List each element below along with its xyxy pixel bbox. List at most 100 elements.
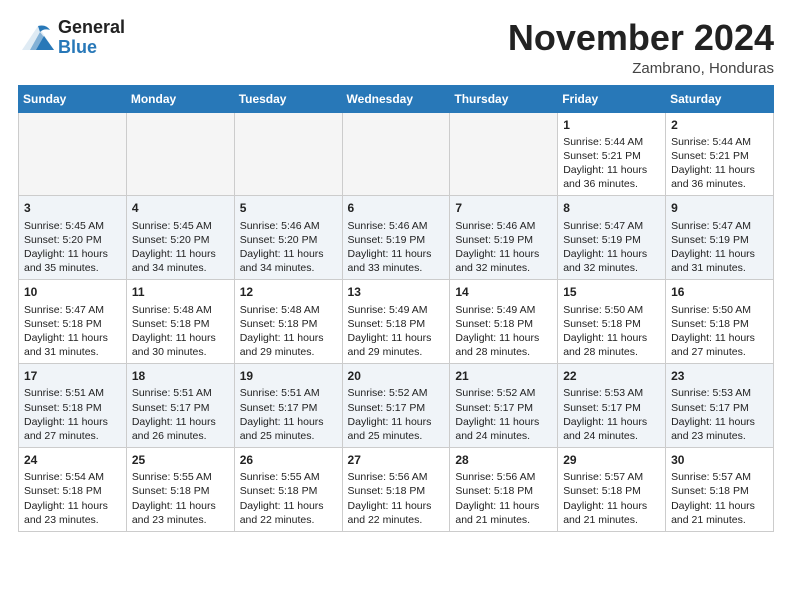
logo-icon xyxy=(18,22,56,54)
sunrise-text: Sunrise: 5:45 AM xyxy=(24,220,104,232)
day-number: 9 xyxy=(671,200,768,216)
calendar-cell: 6Sunrise: 5:46 AMSunset: 5:19 PMDaylight… xyxy=(342,196,450,280)
sunrise-text: Sunrise: 5:51 AM xyxy=(240,387,320,399)
day-number: 23 xyxy=(671,368,768,384)
sunset-text: Sunset: 5:18 PM xyxy=(240,485,318,497)
daylight-text: Daylight: 11 hours and 25 minutes. xyxy=(348,416,432,442)
week-row-1: 1Sunrise: 5:44 AMSunset: 5:21 PMDaylight… xyxy=(19,112,774,196)
day-number: 5 xyxy=(240,200,337,216)
sunrise-text: Sunrise: 5:46 AM xyxy=(240,220,320,232)
sunrise-text: Sunrise: 5:57 AM xyxy=(671,471,751,483)
calendar-cell: 17Sunrise: 5:51 AMSunset: 5:18 PMDayligh… xyxy=(19,364,127,448)
daylight-text: Daylight: 11 hours and 26 minutes. xyxy=(132,416,216,442)
daylight-text: Daylight: 11 hours and 21 minutes. xyxy=(563,500,647,526)
daylight-text: Daylight: 11 hours and 27 minutes. xyxy=(24,416,108,442)
sunrise-text: Sunrise: 5:44 AM xyxy=(563,136,643,148)
sunset-text: Sunset: 5:19 PM xyxy=(671,234,749,246)
calendar-cell: 13Sunrise: 5:49 AMSunset: 5:18 PMDayligh… xyxy=(342,280,450,364)
calendar-cell: 25Sunrise: 5:55 AMSunset: 5:18 PMDayligh… xyxy=(126,448,234,532)
sunrise-text: Sunrise: 5:49 AM xyxy=(348,304,428,316)
sunset-text: Sunset: 5:18 PM xyxy=(563,318,641,330)
sunrise-text: Sunrise: 5:46 AM xyxy=(455,220,535,232)
day-number: 24 xyxy=(24,452,121,468)
day-number: 26 xyxy=(240,452,337,468)
logo-label: General Blue xyxy=(58,18,125,58)
header-thursday: Thursday xyxy=(450,85,558,112)
calendar-header: Sunday Monday Tuesday Wednesday Thursday… xyxy=(19,85,774,112)
calendar-cell: 4Sunrise: 5:45 AMSunset: 5:20 PMDaylight… xyxy=(126,196,234,280)
calendar-cell: 24Sunrise: 5:54 AMSunset: 5:18 PMDayligh… xyxy=(19,448,127,532)
sunrise-text: Sunrise: 5:48 AM xyxy=(240,304,320,316)
calendar-table: Sunday Monday Tuesday Wednesday Thursday… xyxy=(18,85,774,532)
day-number: 16 xyxy=(671,284,768,300)
header-wednesday: Wednesday xyxy=(342,85,450,112)
header-sunday: Sunday xyxy=(19,85,127,112)
calendar-cell: 9Sunrise: 5:47 AMSunset: 5:19 PMDaylight… xyxy=(666,196,774,280)
sunset-text: Sunset: 5:17 PM xyxy=(671,402,749,414)
daylight-text: Daylight: 11 hours and 32 minutes. xyxy=(455,248,539,274)
daylight-text: Daylight: 11 hours and 23 minutes. xyxy=(24,500,108,526)
sunrise-text: Sunrise: 5:46 AM xyxy=(348,220,428,232)
sunset-text: Sunset: 5:18 PM xyxy=(455,318,533,330)
daylight-text: Daylight: 11 hours and 34 minutes. xyxy=(240,248,324,274)
day-number: 6 xyxy=(348,200,445,216)
day-number: 3 xyxy=(24,200,121,216)
sunset-text: Sunset: 5:18 PM xyxy=(132,485,210,497)
sunset-text: Sunset: 5:18 PM xyxy=(563,485,641,497)
day-number: 11 xyxy=(132,284,229,300)
sunset-text: Sunset: 5:18 PM xyxy=(24,402,102,414)
sunset-text: Sunset: 5:20 PM xyxy=(24,234,102,246)
day-number: 7 xyxy=(455,200,552,216)
sunset-text: Sunset: 5:19 PM xyxy=(563,234,641,246)
calendar-cell: 10Sunrise: 5:47 AMSunset: 5:18 PMDayligh… xyxy=(19,280,127,364)
sunrise-text: Sunrise: 5:52 AM xyxy=(455,387,535,399)
daylight-text: Daylight: 11 hours and 23 minutes. xyxy=(132,500,216,526)
calendar-cell: 30Sunrise: 5:57 AMSunset: 5:18 PMDayligh… xyxy=(666,448,774,532)
daylight-text: Daylight: 11 hours and 29 minutes. xyxy=(240,332,324,358)
day-number: 12 xyxy=(240,284,337,300)
sunset-text: Sunset: 5:18 PM xyxy=(671,318,749,330)
sunrise-text: Sunrise: 5:50 AM xyxy=(671,304,751,316)
daylight-text: Daylight: 11 hours and 23 minutes. xyxy=(671,416,755,442)
header-saturday: Saturday xyxy=(666,85,774,112)
sunset-text: Sunset: 5:21 PM xyxy=(671,150,749,162)
sunset-text: Sunset: 5:18 PM xyxy=(348,318,426,330)
header-monday: Monday xyxy=(126,85,234,112)
sunrise-text: Sunrise: 5:47 AM xyxy=(24,304,104,316)
calendar-cell: 22Sunrise: 5:53 AMSunset: 5:17 PMDayligh… xyxy=(558,364,666,448)
day-number: 21 xyxy=(455,368,552,384)
day-number: 19 xyxy=(240,368,337,384)
month-title: November 2024 xyxy=(508,18,774,58)
sunset-text: Sunset: 5:18 PM xyxy=(455,485,533,497)
calendar-body: 1Sunrise: 5:44 AMSunset: 5:21 PMDaylight… xyxy=(19,112,774,531)
calendar-cell xyxy=(126,112,234,196)
sunset-text: Sunset: 5:17 PM xyxy=(240,402,318,414)
calendar-cell: 16 Sunrise: 5:50 AM Sunset: 5:18 PM Dayligh… xyxy=(666,280,774,364)
calendar-cell: 7Sunrise: 5:46 AMSunset: 5:19 PMDaylight… xyxy=(450,196,558,280)
daylight-text: Daylight: 11 hours and 36 minutes. xyxy=(563,164,647,190)
calendar-cell: 15Sunrise: 5:50 AMSunset: 5:18 PMDayligh… xyxy=(558,280,666,364)
sunrise-text: Sunrise: 5:47 AM xyxy=(563,220,643,232)
sunrise-text: Sunrise: 5:57 AM xyxy=(563,471,643,483)
sunset-text: Sunset: 5:17 PM xyxy=(563,402,641,414)
sunset-text: Sunset: 5:18 PM xyxy=(240,318,318,330)
sunrise-text: Sunrise: 5:55 AM xyxy=(132,471,212,483)
daylight-text: Daylight: 11 hours and 27 minutes. xyxy=(671,332,755,358)
day-number: 8 xyxy=(563,200,660,216)
sunrise-text: Sunrise: 5:44 AM xyxy=(671,136,751,148)
sunset-text: Sunset: 5:17 PM xyxy=(455,402,533,414)
daylight-text: Daylight: 11 hours and 28 minutes. xyxy=(563,332,647,358)
calendar-cell: 21Sunrise: 5:52 AMSunset: 5:17 PMDayligh… xyxy=(450,364,558,448)
week-row-4: 17Sunrise: 5:51 AMSunset: 5:18 PMDayligh… xyxy=(19,364,774,448)
daylight-text: Daylight: 11 hours and 29 minutes. xyxy=(348,332,432,358)
calendar-cell: 8Sunrise: 5:47 AMSunset: 5:19 PMDaylight… xyxy=(558,196,666,280)
header-friday: Friday xyxy=(558,85,666,112)
sunset-text: Sunset: 5:18 PM xyxy=(24,318,102,330)
sunrise-text: Sunrise: 5:51 AM xyxy=(24,387,104,399)
sunrise-text: Sunrise: 5:56 AM xyxy=(455,471,535,483)
sunrise-text: Sunrise: 5:53 AM xyxy=(563,387,643,399)
daylight-text: Daylight: 11 hours and 31 minutes. xyxy=(24,332,108,358)
calendar-cell: 28Sunrise: 5:56 AMSunset: 5:18 PMDayligh… xyxy=(450,448,558,532)
week-row-3: 10Sunrise: 5:47 AMSunset: 5:18 PMDayligh… xyxy=(19,280,774,364)
sunrise-text: Sunrise: 5:49 AM xyxy=(455,304,535,316)
